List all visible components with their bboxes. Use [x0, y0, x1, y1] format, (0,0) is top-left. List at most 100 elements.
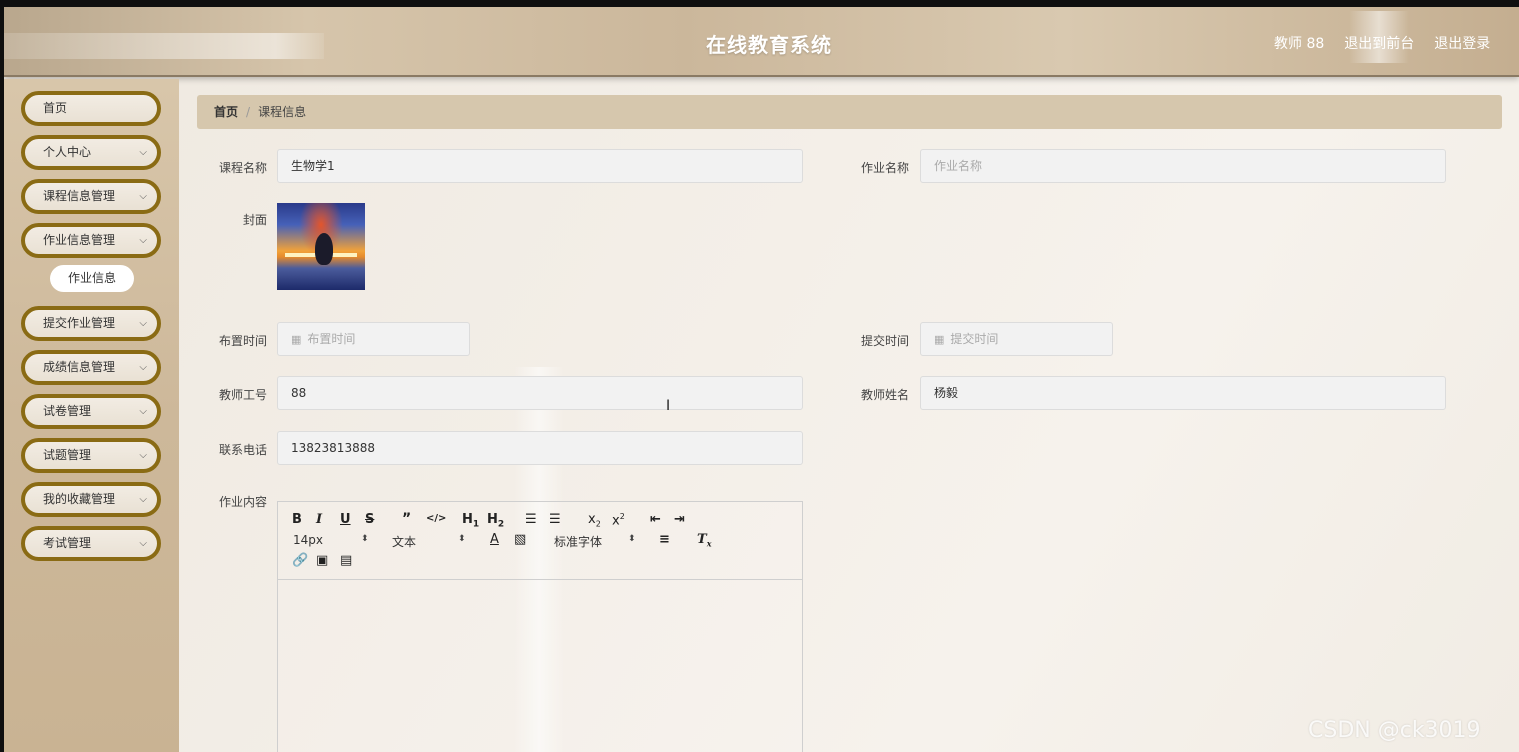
- superscript-icon[interactable]: x2: [612, 512, 625, 528]
- cover-dolphin: [315, 233, 333, 265]
- code-icon[interactable]: </>: [426, 513, 446, 524]
- image-icon[interactable]: ▣: [316, 553, 328, 568]
- sidebar-item-label: 试题管理: [43, 448, 92, 462]
- breadcrumb-home[interactable]: 首页: [214, 105, 238, 119]
- heading2-icon[interactable]: H2: [487, 512, 504, 530]
- sidebar-item-exam-management[interactable]: 考试管理 ⌵: [21, 526, 161, 561]
- homework-name-field[interactable]: 作业名称: [920, 149, 1446, 183]
- font-color-icon[interactable]: A: [490, 532, 499, 547]
- select-arrows-icon: ⬍: [361, 534, 369, 544]
- calendar-icon: ▦: [934, 333, 945, 346]
- logout-link[interactable]: 退出登录: [1434, 33, 1490, 53]
- block-type-select[interactable]: 文本 ⬍: [392, 533, 472, 550]
- chevron-down-icon: ⌵: [139, 362, 147, 373]
- assign-time-label: 布置时间: [218, 334, 267, 348]
- sidebar-item-grade-management[interactable]: 成绩信息管理 ⌵: [21, 350, 161, 385]
- block-type-value: 文本: [392, 535, 417, 549]
- assign-time-field[interactable]: ▦ 布置时间: [277, 322, 470, 356]
- ordered-list-icon[interactable]: ☰: [525, 512, 537, 527]
- sidebar-item-label: 提交作业管理: [43, 316, 116, 330]
- breadcrumb-current: 课程信息: [258, 105, 307, 119]
- teacher-id-field[interactable]: 88: [277, 376, 803, 410]
- sidebar-item-exam-paper[interactable]: 试卷管理 ⌵: [21, 394, 161, 429]
- chevron-down-icon: ⌵: [139, 406, 147, 417]
- blockquote-icon[interactable]: ”: [402, 511, 411, 527]
- chevron-down-icon: ⌵: [139, 191, 147, 202]
- bold-icon[interactable]: B: [292, 512, 302, 527]
- chevron-down-icon: ⌵: [139, 318, 147, 329]
- select-arrows-icon: ⬍: [458, 534, 466, 544]
- sidebar-item-label: 考试管理: [43, 536, 92, 550]
- breadcrumb: 首页 / 课程信息: [197, 95, 1502, 129]
- sidebar-item-label: 成绩信息管理: [43, 360, 116, 374]
- teacher-name-label: 教师姓名: [860, 388, 909, 402]
- align-icon[interactable]: ≡: [659, 532, 670, 547]
- sidebar-item-label: 试卷管理: [43, 404, 92, 418]
- sidebar: 首页 个人中心 ⌵ 课程信息管理 ⌵ 作业信息管理 ⌵ 作业信息 提交作业管理 …: [4, 79, 179, 752]
- sidebar-item-label: 作业信息管理: [43, 233, 116, 247]
- sidebar-item-home[interactable]: 首页: [21, 91, 161, 126]
- app-title: 在线教育系统: [706, 33, 832, 57]
- breadcrumb-separator: /: [246, 105, 251, 119]
- sidebar-item-label: 我的收藏管理: [43, 492, 116, 506]
- header-decoration: [4, 33, 324, 59]
- font-family-select[interactable]: 标准字体 ⬍: [554, 533, 644, 550]
- chevron-down-icon: ⌵: [139, 450, 147, 461]
- submit-time-label: 提交时间: [860, 334, 909, 348]
- video-icon[interactable]: ▤: [340, 553, 352, 568]
- editor-toolbar: B I U S ” </> H1 H2 ☰ ☰ x2 x2 ⇤ ⇥ 14px ⬍…: [278, 502, 802, 580]
- sidebar-item-personal-center[interactable]: 个人中心 ⌵: [21, 135, 161, 170]
- font-size-select[interactable]: 14px ⬍: [293, 533, 373, 547]
- link-icon[interactable]: 🔗: [292, 553, 308, 568]
- italic-icon[interactable]: I: [316, 512, 322, 527]
- font-family-value: 标准字体: [554, 535, 603, 549]
- sidebar-item-label: 首页: [43, 101, 68, 115]
- sidebar-item-course-management[interactable]: 课程信息管理 ⌵: [21, 179, 161, 214]
- cover-label: 封面: [242, 213, 267, 227]
- top-header: 在线教育系统 教师 88 退出到前台 退出登录: [4, 7, 1519, 77]
- phone-label: 联系电话: [218, 443, 267, 457]
- chevron-down-icon: ⌵: [139, 147, 147, 158]
- chevron-up-icon: ⌵: [139, 235, 147, 246]
- exit-to-front-link[interactable]: 退出到前台: [1344, 33, 1414, 53]
- font-size-value: 14px: [293, 533, 323, 547]
- rich-text-editor: B I U S ” </> H1 H2 ☰ ☰ x2 x2 ⇤ ⇥ 14px ⬍…: [277, 501, 803, 752]
- background-color-icon[interactable]: ▧: [514, 532, 526, 547]
- text-cursor-icon: I: [666, 398, 671, 414]
- teacher-name-field[interactable]: 杨毅: [920, 376, 1446, 410]
- editor-content-area[interactable]: [278, 580, 802, 752]
- teacher-id-label: 教师工号: [218, 388, 267, 402]
- sidebar-item-label: 课程信息管理: [43, 189, 116, 203]
- sidebar-item-label: 个人中心: [43, 145, 92, 159]
- sidebar-item-homework-management[interactable]: 作业信息管理 ⌵: [21, 223, 161, 258]
- heading1-icon[interactable]: H1: [462, 512, 479, 530]
- clear-format-icon[interactable]: Tx: [697, 532, 711, 549]
- sidebar-item-question[interactable]: 试题管理 ⌵: [21, 438, 161, 473]
- submit-time-field[interactable]: ▦ 提交时间: [920, 322, 1113, 356]
- subscript-icon[interactable]: x2: [588, 512, 601, 529]
- select-arrows-icon: ⬍: [628, 534, 636, 544]
- cover-image[interactable]: [277, 203, 365, 290]
- bullet-list-icon[interactable]: ☰: [549, 512, 561, 527]
- content-label: 作业内容: [218, 495, 267, 509]
- submenu-item-homework-info[interactable]: 作业信息: [50, 265, 134, 292]
- sidebar-item-favorites[interactable]: 我的收藏管理 ⌵: [21, 482, 161, 517]
- course-name-label: 课程名称: [218, 161, 267, 175]
- submit-time-placeholder: 提交时间: [950, 332, 999, 346]
- phone-field[interactable]: 13823813888: [277, 431, 803, 465]
- indent-icon[interactable]: ⇥: [674, 512, 685, 527]
- sidebar-item-submit-homework[interactable]: 提交作业管理 ⌵: [21, 306, 161, 341]
- homework-name-label: 作业名称: [860, 161, 909, 175]
- strikethrough-icon[interactable]: S: [365, 512, 374, 527]
- calendar-icon: ▦: [291, 333, 302, 346]
- assign-time-placeholder: 布置时间: [307, 332, 356, 346]
- header-user-area: 教师 88 退出到前台 退出登录: [1274, 33, 1490, 53]
- underline-icon[interactable]: U: [340, 512, 351, 527]
- chevron-down-icon: ⌵: [139, 494, 147, 505]
- course-name-field[interactable]: 生物学1: [277, 149, 803, 183]
- chevron-down-icon: ⌵: [139, 538, 147, 549]
- outdent-icon[interactable]: ⇤: [650, 512, 661, 527]
- user-label: 教师 88: [1274, 36, 1325, 52]
- watermark: CSDN @ck3019: [1308, 718, 1481, 743]
- app-frame: 在线教育系统 教师 88 退出到前台 退出登录 首页 个人中心 ⌵ 课程信息管理…: [4, 7, 1519, 752]
